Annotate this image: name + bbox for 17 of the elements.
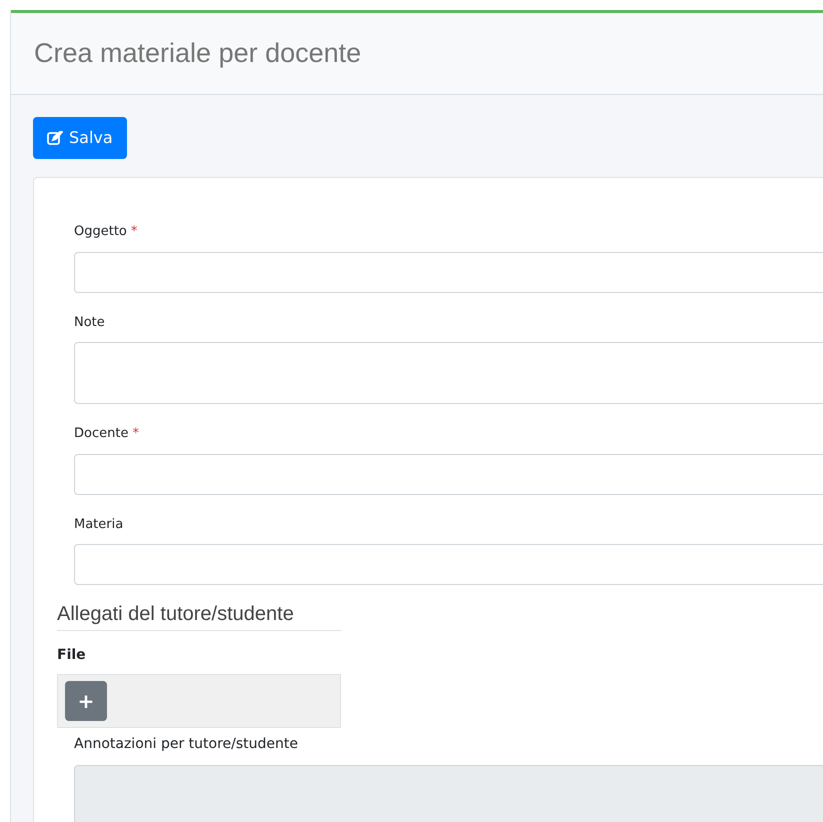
field-label: Oggetto <box>74 223 127 241</box>
input-field[interactable] <box>74 544 823 585</box>
add-file-button[interactable]: + <box>65 681 107 721</box>
section-title: Allegati del tutore/studente <box>57 599 341 631</box>
notes-label: Annotazioni per tutore/studente <box>74 735 300 754</box>
page-title: Crea materiale per docente <box>34 37 362 70</box>
edit-icon <box>47 131 63 145</box>
field-label: Docente <box>74 425 128 443</box>
field-label: Note <box>74 314 105 332</box>
field-label: Materia <box>74 516 124 534</box>
file-label: File <box>57 646 87 665</box>
required-asterisk: * <box>132 425 139 443</box>
save-button[interactable]: Salva <box>33 117 127 159</box>
input-field[interactable] <box>74 454 823 494</box>
notes-textarea[interactable] <box>74 342 823 404</box>
required-asterisk: * <box>130 223 138 241</box>
input-field[interactable] <box>74 252 823 292</box>
